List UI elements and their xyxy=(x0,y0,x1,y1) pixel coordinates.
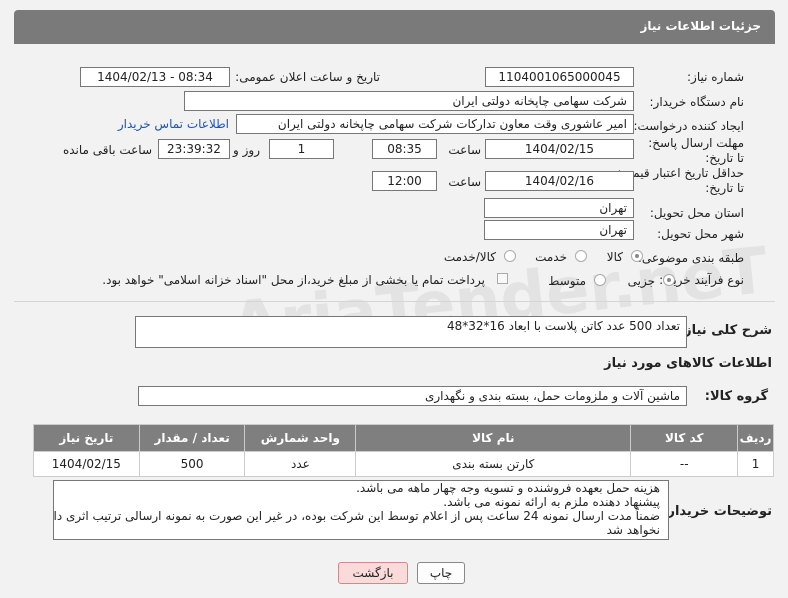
goods-group-label: گروه کالا: xyxy=(704,389,768,404)
category-goods-radio[interactable] xyxy=(631,250,643,262)
page-title: جزئیات اطلاعات نیاز xyxy=(640,19,761,33)
col-row-number: ردیف xyxy=(737,424,774,452)
cell-quantity: 500 xyxy=(138,451,246,477)
cell-need-date: 1404/02/15 xyxy=(33,451,140,477)
col-unit: واحد شمارش xyxy=(244,424,357,452)
table-header-row: ردیف کد کالا نام کالا واحد شمارش تعداد /… xyxy=(33,424,774,452)
items-table: ردیف کد کالا نام کالا واحد شمارش تعداد /… xyxy=(33,424,774,477)
process-medium-label: متوسط xyxy=(548,274,586,288)
category-goods-label: کالا xyxy=(606,250,623,264)
buyer-org-field: شرکت سهامی چاپخانه دولتی ایران xyxy=(184,91,634,111)
contact-buyer-link[interactable]: اطلاعات تماس خریدار xyxy=(118,117,229,131)
need-number-label: شماره نیاز: xyxy=(687,70,744,84)
buyer-notes-label: توضیحات خریدار: xyxy=(662,504,772,519)
city-field: تهران xyxy=(484,220,634,240)
col-quantity: تعداد / مقدار xyxy=(138,424,246,452)
requester-field: امیر عاشوری وقت معاون تدارکات شرکت سهامی… xyxy=(236,114,634,134)
process-partial-label: جزیی xyxy=(627,274,655,288)
goods-group-field: ماشین آلات و ملزومات حمل، بسته بندی و نگ… xyxy=(138,386,687,406)
section-divider xyxy=(14,301,775,302)
process-partial-radio[interactable] xyxy=(663,274,675,286)
buyer-notes-textarea[interactable]: هزینه حمل بعهده فروشنده و تسویه وجه چهار… xyxy=(53,480,669,540)
buyer-notes-line: نخواهد شد xyxy=(606,523,660,537)
print-button[interactable]: چاپ xyxy=(417,562,465,584)
remaining-label: ساعت باقی مانده xyxy=(62,143,152,157)
category-label: طبقه بندی موضوعی: xyxy=(637,251,744,265)
category-service-label: خدمت xyxy=(535,250,567,264)
page-header: جزئیات اطلاعات نیاز xyxy=(14,10,775,44)
category-goods-service-radio[interactable] xyxy=(504,250,516,262)
remaining-time-field: 23:39:32 xyxy=(158,139,230,159)
announce-field: 1404/02/13 - 08:34 xyxy=(80,67,230,87)
need-number-field: 1104001065000045 xyxy=(485,67,634,87)
days-label: روز و xyxy=(233,143,260,157)
province-label: استان محل تحویل: xyxy=(649,206,744,220)
description-label: شرح کلی نیاز: xyxy=(678,323,772,338)
city-label: شهر محل تحویل: xyxy=(657,227,744,241)
buyer-notes-line: هزینه حمل بعهده فروشنده و تسویه وجه چهار… xyxy=(356,481,660,495)
cell-item-name: کارتن بسته بندی xyxy=(355,451,632,477)
validity-time-field: 12:00 xyxy=(372,171,437,191)
deadline-time-label: ساعت xyxy=(448,143,481,157)
deadline-date-field: 1404/02/15 xyxy=(485,139,634,159)
table-row: 1 -- کارتن بسته بندی عدد 500 1404/02/15 xyxy=(33,451,774,477)
requester-label: ایجاد کننده درخواست: xyxy=(633,119,744,133)
days-field: 1 xyxy=(269,139,334,159)
deadline-label: مهلت ارسال پاسخ: تا تاریخ: xyxy=(648,136,744,165)
announce-label: تاریخ و ساعت اعلان عمومی: xyxy=(235,70,380,84)
category-service-radio[interactable] xyxy=(575,250,587,262)
province-field: تهران xyxy=(484,198,634,218)
payment-note: پرداخت تمام یا بخشی از مبلغ خرید،از محل … xyxy=(102,273,485,287)
deadline-time-field: 08:35 xyxy=(372,139,437,159)
back-button[interactable]: بازگشت xyxy=(338,562,408,584)
validity-date-field: 1404/02/16 xyxy=(485,171,634,191)
process-medium-radio[interactable] xyxy=(594,274,606,286)
col-item-name: نام کالا xyxy=(355,424,632,452)
buyer-notes-line: ضمناً مدت ارسال نمونه 24 ساعت پس از اعلا… xyxy=(53,509,660,523)
col-need-date: تاریخ نیاز xyxy=(33,424,140,452)
description-textarea[interactable]: تعداد 500 عدد کاتن پلاست با ابعاد 16*32*… xyxy=(135,316,687,348)
validity-time-label: ساعت xyxy=(448,175,481,189)
category-goods-service-label: کالا/خدمت xyxy=(443,250,496,264)
cell-unit: عدد xyxy=(244,451,357,477)
cell-item-code: -- xyxy=(630,451,739,477)
col-item-code: کد کالا xyxy=(630,424,739,452)
cell-row-number: 1 xyxy=(737,451,774,477)
treasury-payment-checkbox[interactable] xyxy=(497,273,508,284)
buyer-org-label: نام دستگاه خریدار: xyxy=(649,95,745,109)
buyer-notes-line: پیشنهاد دهنده ملزم به ارائه نمونه می باش… xyxy=(443,495,660,509)
goods-section-title: اطلاعات کالاهای مورد نیاز xyxy=(604,356,772,371)
